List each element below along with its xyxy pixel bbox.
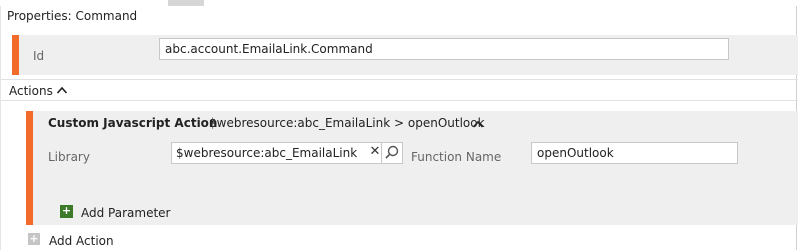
properties-panel: Properties: Command Id abc.account.Email… [0,6,798,250]
library-value: $webresource:abc_EmailaLink [176,146,358,160]
plus-icon: + [28,232,40,245]
actions-header: Actions [1,79,798,101]
action-resource: $webresource:abc_EmailaLink > openOutloo… [209,116,485,130]
custom-js-action: Custom Javascript Action $webresource:ab… [26,111,798,225]
plus-icon: + [60,204,73,218]
library-label: Library [48,150,90,164]
id-label: Id [33,49,45,63]
search-icon[interactable] [381,142,403,164]
chevron-up-icon[interactable] [472,118,484,132]
actions-label: Actions [9,84,53,98]
function-name-label: Function Name [411,150,502,164]
add-action-label: Add Action [49,234,114,248]
chevron-up-icon[interactable] [56,84,68,98]
function-name-field[interactable]: openOutlook [531,142,738,164]
panel-title: Properties: Command [7,9,138,23]
id-row: Id abc.account.EmailaLink.Command [12,35,798,75]
id-field[interactable]: abc.account.EmailaLink.Command [159,38,729,60]
action-title: Custom Javascript Action [48,116,218,130]
add-parameter-label: Add Parameter [81,206,171,220]
library-field[interactable]: $webresource:abc_EmailaLink ✕ [171,142,385,164]
